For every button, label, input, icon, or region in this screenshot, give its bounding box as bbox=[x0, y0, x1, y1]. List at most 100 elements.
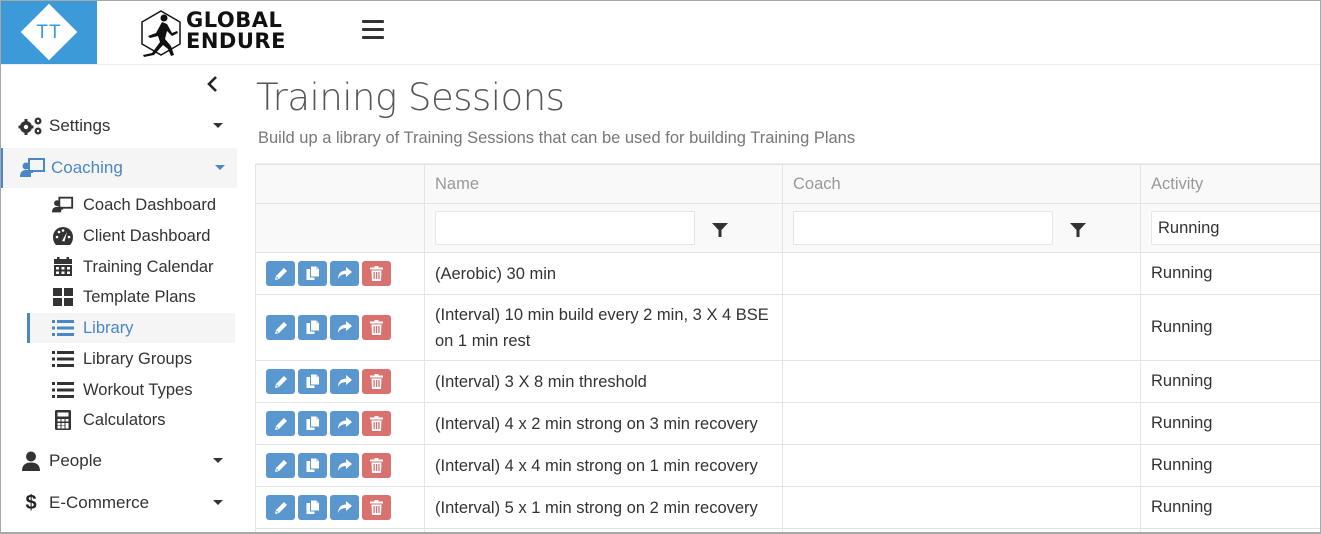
table-row[interactable]: (Interval) 3 X 8 min threshold Running bbox=[255, 360, 1321, 403]
cell-activity: Running bbox=[1140, 252, 1321, 295]
filter-row: Running bbox=[255, 203, 1321, 253]
pencil-icon bbox=[274, 417, 287, 430]
cell-activity: Running bbox=[1140, 486, 1321, 529]
share-arrow-icon bbox=[338, 417, 352, 429]
column-header-name[interactable]: Name bbox=[424, 164, 783, 204]
cell-empty bbox=[255, 528, 425, 534]
share-arrow-icon bbox=[338, 375, 352, 387]
edit-button[interactable] bbox=[266, 495, 295, 520]
sidebar-item-e-commerce[interactable]: $ E-Commerce bbox=[1, 483, 237, 523]
column-header-activity[interactable]: Activity bbox=[1140, 164, 1321, 204]
runner-hex-icon bbox=[141, 10, 181, 57]
caret-down-icon bbox=[213, 500, 223, 505]
cell-coach bbox=[782, 486, 1141, 529]
edit-button[interactable] bbox=[266, 315, 295, 340]
sidebar-subitem-workout-types[interactable]: Workout Types bbox=[27, 375, 235, 405]
copy-button[interactable] bbox=[298, 261, 327, 286]
table-row[interactable]: (Interval) 4 x 4 min strong on 1 min rec… bbox=[255, 444, 1321, 487]
cell-empty bbox=[1140, 528, 1321, 534]
copy-icon bbox=[306, 500, 320, 514]
edit-button[interactable] bbox=[266, 261, 295, 286]
copy-button[interactable] bbox=[298, 369, 327, 394]
trash-icon bbox=[370, 320, 383, 335]
chevron-left-icon[interactable] bbox=[203, 74, 223, 94]
trash-icon bbox=[370, 374, 383, 389]
cogs-icon bbox=[18, 116, 44, 136]
trash-icon bbox=[370, 416, 383, 431]
list-icon bbox=[52, 318, 74, 338]
edit-button[interactable] bbox=[266, 453, 295, 478]
delete-button[interactable] bbox=[362, 315, 391, 340]
delete-button[interactable] bbox=[362, 369, 391, 394]
copy-button[interactable] bbox=[298, 411, 327, 436]
table-row[interactable]: (Interval) 10 min build every 2 min, 3 X… bbox=[255, 294, 1321, 361]
filter-cell-empty bbox=[255, 203, 425, 253]
global-endure-logo[interactable]: GLOBAL ENDURE bbox=[120, 6, 330, 58]
row-actions bbox=[255, 402, 425, 445]
sidebar-subitem-calculators[interactable]: Calculators bbox=[27, 405, 235, 435]
cell-coach bbox=[782, 444, 1141, 487]
edit-button[interactable] bbox=[266, 369, 295, 394]
cell-activity: Running bbox=[1140, 402, 1321, 445]
activity-filter-select[interactable]: Running bbox=[1151, 211, 1321, 245]
row-actions bbox=[255, 294, 425, 361]
sidebar-item-people[interactable]: People bbox=[1, 441, 237, 481]
sidebar-subitem-label: Template Plans bbox=[83, 287, 196, 306]
cell-coach bbox=[782, 402, 1141, 445]
delete-button[interactable] bbox=[362, 453, 391, 478]
sidebar-item-settings[interactable]: Settings bbox=[1, 106, 237, 146]
row-actions bbox=[255, 252, 425, 295]
sidebar-subitem-library[interactable]: Library bbox=[27, 313, 235, 343]
table-row[interactable]: (Interval) 4 x 2 min strong on 3 min rec… bbox=[255, 402, 1321, 445]
row-actions bbox=[255, 360, 425, 403]
sidebar-subitem-training-calendar[interactable]: Training Calendar bbox=[27, 252, 235, 282]
copy-icon bbox=[306, 458, 320, 472]
sidebar-item-coaching[interactable]: Coaching bbox=[1, 148, 237, 188]
coach-filter-input[interactable] bbox=[793, 211, 1053, 245]
copy-button[interactable] bbox=[298, 495, 327, 520]
edit-button[interactable] bbox=[266, 411, 295, 436]
page-subtitle: Build up a library of Training Sessions … bbox=[258, 129, 856, 147]
brand-logo[interactable]: TT bbox=[1, 1, 97, 64]
name-filter-input[interactable] bbox=[435, 211, 695, 245]
copy-icon bbox=[306, 266, 320, 280]
sidebar-subitem-library-groups[interactable]: Library Groups bbox=[27, 344, 235, 374]
table-row[interactable]: (Interval) 5 x 1 min strong on 2 min rec… bbox=[255, 486, 1321, 529]
caret-down-icon bbox=[213, 458, 223, 463]
share-button[interactable] bbox=[330, 411, 359, 436]
share-button[interactable] bbox=[330, 315, 359, 340]
logo-line1: GLOBAL bbox=[186, 8, 283, 32]
training-sessions-table: Name Coach Activity Running (Aerobic) 30… bbox=[255, 164, 1321, 534]
filter-icon[interactable] bbox=[712, 222, 728, 243]
share-button[interactable] bbox=[330, 495, 359, 520]
share-button[interactable] bbox=[330, 261, 359, 286]
cell-empty bbox=[782, 528, 1141, 534]
copy-button[interactable] bbox=[298, 315, 327, 340]
sidebar-subitem-template-plans[interactable]: Template Plans bbox=[27, 282, 235, 312]
cell-name: (Interval) 10 min build every 2 min, 3 X… bbox=[424, 294, 783, 361]
share-arrow-icon bbox=[338, 267, 352, 279]
copy-icon bbox=[306, 320, 320, 334]
share-button[interactable] bbox=[330, 453, 359, 478]
sidebar: Settings Coaching Coach Dashboard Client… bbox=[1, 66, 237, 534]
sidebar-subitem-client-dashboard[interactable]: Client Dashboard bbox=[27, 221, 235, 251]
cell-coach bbox=[782, 252, 1141, 295]
delete-button[interactable] bbox=[362, 261, 391, 286]
column-header-coach[interactable]: Coach bbox=[782, 164, 1141, 204]
pencil-icon bbox=[274, 267, 287, 280]
cell-name: (Interval) 3 X 8 min threshold bbox=[424, 360, 783, 403]
copy-button[interactable] bbox=[298, 453, 327, 478]
cell-name: (Interval) 4 x 4 min strong on 1 min rec… bbox=[424, 444, 783, 487]
sidebar-subitem-coach-dashboard[interactable]: Coach Dashboard bbox=[27, 190, 235, 220]
row-actions bbox=[255, 486, 425, 529]
pencil-icon bbox=[274, 375, 287, 388]
delete-button[interactable] bbox=[362, 495, 391, 520]
cell-coach bbox=[782, 294, 1141, 361]
sidebar-item-label: E-Commerce bbox=[49, 493, 150, 512]
hamburger-icon[interactable] bbox=[362, 20, 384, 42]
share-button[interactable] bbox=[330, 369, 359, 394]
filter-icon[interactable] bbox=[1070, 222, 1086, 243]
table-row[interactable]: (Aerobic) 30 min Running bbox=[255, 252, 1321, 295]
caret-down-icon bbox=[215, 165, 225, 170]
delete-button[interactable] bbox=[362, 411, 391, 436]
